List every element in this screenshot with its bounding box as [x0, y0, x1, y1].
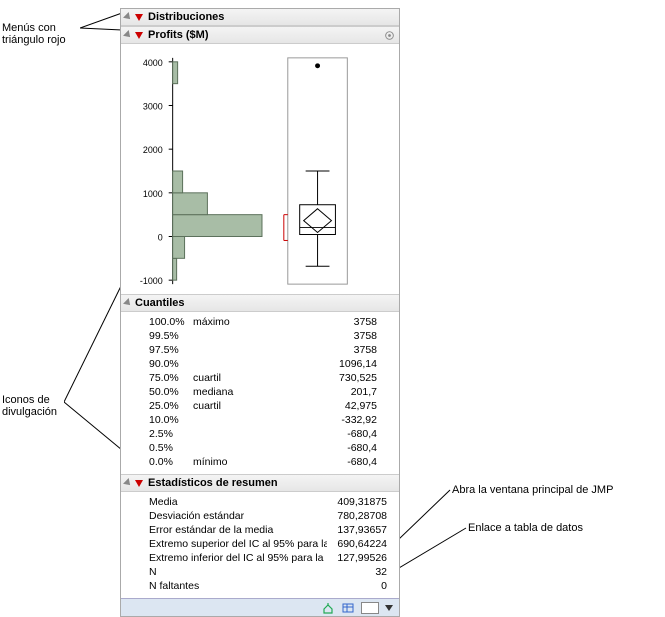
header-distribuciones[interactable]: Distribuciones — [121, 9, 399, 26]
annotation-open-main: Abra la ventana principal de JMP — [452, 484, 613, 496]
annotation-disclosure: Iconos de divulgación — [2, 394, 57, 418]
table-row: 25.0%cuartil42,975 — [149, 399, 391, 413]
header-cuantiles[interactable]: Cuantiles — [121, 294, 399, 312]
chart-area: 4000 3000 2000 1000 0 -1000 — [121, 44, 399, 294]
report-panel: Distribuciones Profits ($M) 4000 3000 20… — [120, 8, 400, 617]
table-row: 97.5%3758 — [149, 343, 391, 357]
annotation-data-link: Enlace a tabla de datos — [468, 522, 583, 534]
table-row: N faltantes0 — [149, 579, 391, 593]
summary-table: Media409,31875 Desviación estándar780,28… — [121, 492, 399, 598]
table-row: Extremo inferior del IC al 95% para la m… — [149, 551, 391, 565]
dropdown-icon[interactable] — [385, 605, 393, 611]
table-row: 99.5%3758 — [149, 329, 391, 343]
table-row: Extremo superior del IC al 95% para la m… — [149, 537, 391, 551]
boxplot — [300, 64, 336, 266]
disclosure-icon[interactable] — [123, 298, 133, 308]
red-triangle-icon[interactable] — [135, 480, 143, 487]
histogram-bars — [173, 62, 262, 280]
header-label: Cuantiles — [135, 297, 185, 309]
data-table-link-icon[interactable] — [341, 601, 355, 615]
table-row: N32 — [149, 565, 391, 579]
svg-text:2000: 2000 — [143, 145, 163, 155]
disclosure-icon[interactable] — [123, 12, 133, 22]
table-row: 0.0%mínimo-680,4 — [149, 455, 391, 469]
table-row: 2.5%-680,4 — [149, 427, 391, 441]
selection-box[interactable] — [361, 602, 379, 614]
annotation-menus-red: Menús con triángulo rojo — [2, 22, 66, 46]
table-row: 0.5%-680,4 — [149, 441, 391, 455]
table-row: Error estándar de la media137,93657 — [149, 523, 391, 537]
svg-text:0: 0 — [158, 232, 163, 242]
red-triangle-icon[interactable] — [135, 32, 143, 39]
disclosure-icon[interactable] — [123, 478, 133, 488]
header-profits[interactable]: Profits ($M) — [121, 26, 399, 44]
table-row: 10.0%-332,92 — [149, 413, 391, 427]
svg-text:4000: 4000 — [143, 58, 163, 68]
svg-text:1000: 1000 — [143, 189, 163, 199]
header-label: Estadísticos de resumen — [148, 477, 278, 489]
table-row: 90.0%1096,14 — [149, 357, 391, 371]
table-row: 50.0%mediana201,7 — [149, 385, 391, 399]
distribution-chart: 4000 3000 2000 1000 0 -1000 — [129, 50, 391, 290]
table-row: 75.0%cuartil730,525 — [149, 371, 391, 385]
table-row: Desviación estándar780,28708 — [149, 509, 391, 523]
header-label: Distribuciones — [148, 11, 224, 23]
svg-text:3000: 3000 — [143, 101, 163, 111]
home-icon[interactable] — [321, 601, 335, 615]
status-bar — [121, 598, 399, 616]
svg-text:-1000: -1000 — [140, 276, 163, 286]
table-row: 100.0%máximo3758 — [149, 315, 391, 329]
table-row: Media409,31875 — [149, 495, 391, 509]
red-triangle-icon[interactable] — [135, 14, 143, 21]
gear-icon[interactable] — [383, 29, 395, 41]
disclosure-icon[interactable] — [123, 30, 133, 40]
header-estadisticos[interactable]: Estadísticos de resumen — [121, 474, 399, 492]
quantiles-table: 100.0%máximo3758 99.5%3758 97.5%3758 90.… — [121, 312, 399, 474]
header-label: Profits ($M) — [148, 29, 209, 41]
